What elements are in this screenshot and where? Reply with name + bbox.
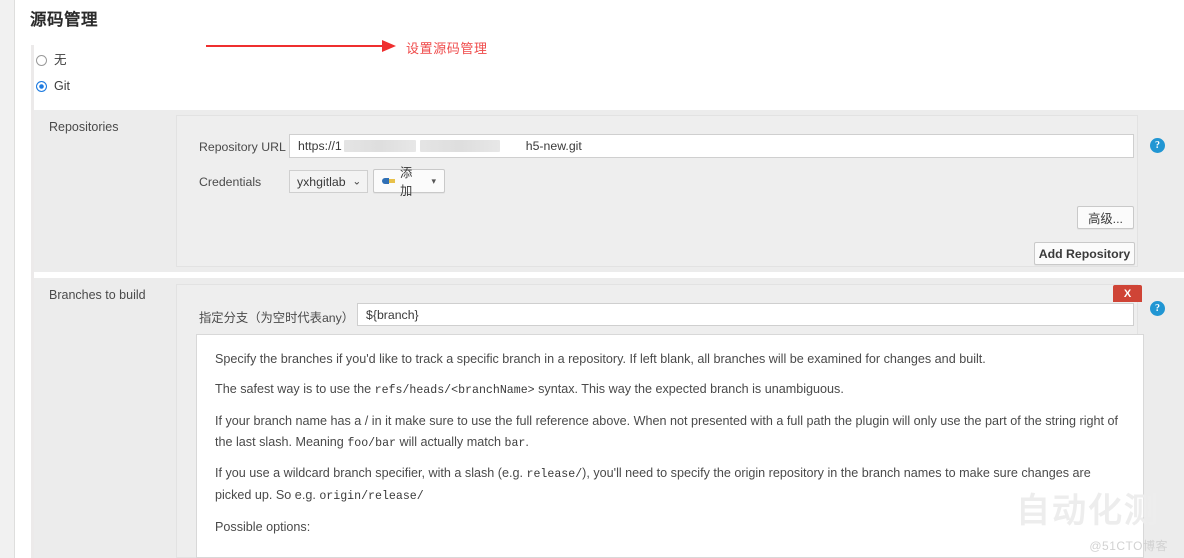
branch-specifier-input[interactable]: ${branch}	[357, 303, 1134, 326]
desc-p4-code-2: origin/release/	[319, 490, 424, 504]
branch-specifier-label: 指定分支（为空时代表any）	[199, 311, 355, 325]
repository-url-redaction-1	[343, 140, 416, 152]
desc-p1-text: Specify the branches if you'd like to tr…	[215, 352, 986, 366]
desc-p2-text-b: syntax. This way the expected branch is …	[534, 382, 844, 397]
desc-p3-text-c: .	[525, 434, 529, 449]
add-credentials-button[interactable]: 添加 ▾	[373, 166, 445, 198]
watermark-handle: @51CTO博客	[1089, 539, 1168, 553]
page-title: 源码管理	[30, 11, 98, 29]
chevron-down-icon: ⌄	[352, 176, 361, 187]
repositories-section-label: Repositories	[49, 120, 119, 134]
add-credentials-label: 添加	[400, 166, 413, 198]
radio-scm-none[interactable]: 无	[36, 54, 67, 67]
watermark-logo: 自动化测	[1016, 491, 1160, 531]
desc-p4-code-1: release/	[526, 468, 583, 482]
repository-url-prefix: https://1	[298, 139, 342, 153]
desc-paragraph-4: If you use a wildcard branch specifier, …	[215, 463, 1125, 507]
desc-paragraph-1: Specify the branches if you'd like to tr…	[215, 349, 1125, 369]
desc-p2-text-a: The safest way is to use the	[215, 382, 375, 397]
add-repository-button[interactable]: Add Repository	[1034, 242, 1135, 265]
desc-p3-code-1: foo/bar	[347, 436, 397, 450]
desc-p5-text: Possible options:	[215, 519, 311, 534]
radio-none-label: 无	[54, 53, 67, 67]
radio-git-icon	[36, 80, 47, 92]
credentials-label: Credentials	[199, 175, 262, 189]
delete-branch-button[interactable]: X	[1113, 285, 1142, 302]
branch-specifier-help-icon[interactable]: ?	[1150, 301, 1165, 316]
desc-p3-text-b: will actually match	[396, 434, 505, 449]
desc-p3-code-2: bar	[504, 436, 526, 450]
credential-plug-icon	[382, 177, 396, 186]
repository-url-input[interactable]: https://1 h5-new.git	[289, 134, 1134, 158]
repository-url-redaction-2	[419, 140, 500, 152]
annotation-text: 设置源码管理	[406, 41, 488, 56]
branches-section-label: Branches to build	[49, 288, 146, 302]
repository-url-suffix: h5-new.git	[525, 139, 582, 153]
caret-down-icon: ▾	[431, 175, 436, 186]
branch-help-description: Specify the branches if you'd like to tr…	[196, 334, 1144, 558]
window-left-gutter	[15, 0, 27, 558]
window-left-edge	[0, 0, 15, 558]
repository-url-help-icon[interactable]: ?	[1150, 138, 1165, 153]
desc-paragraph-5: Possible options:	[215, 517, 1125, 537]
annotation-arrow-icon	[206, 40, 406, 52]
credentials-select[interactable]: yxhgitlab ⌄	[289, 170, 368, 193]
radio-git-label: Git	[54, 79, 70, 93]
desc-p2-code: refs/heads/<branchName>	[374, 384, 535, 398]
desc-paragraph-2: The safest way is to use the refs/heads/…	[215, 379, 1125, 401]
scm-settings-page: 源码管理 无 Git 设置源码管理 Repositories Repositor…	[0, 0, 1184, 558]
credentials-selected-value: yxhgitlab	[297, 174, 346, 189]
repository-url-label: Repository URL	[199, 140, 286, 154]
desc-paragraph-3: If your branch name has a / in it make s…	[215, 411, 1125, 453]
radio-scm-git[interactable]: Git	[36, 80, 70, 93]
desc-p4-text-a: If you use a wildcard branch specifier, …	[215, 466, 527, 481]
radio-none-icon	[36, 54, 47, 66]
advanced-button[interactable]: 高级...	[1077, 206, 1134, 229]
